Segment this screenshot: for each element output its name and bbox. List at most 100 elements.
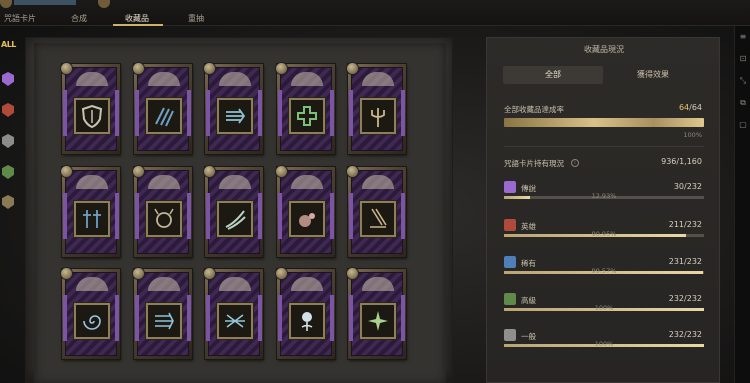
- menu-icon[interactable]: ≡: [738, 32, 748, 42]
- collection-card[interactable]: [132, 62, 192, 154]
- card-gem-icon: [132, 267, 145, 280]
- collection-card[interactable]: [132, 267, 192, 359]
- card-arch: [219, 277, 251, 291]
- collection-card[interactable]: [346, 165, 406, 257]
- card-gem-icon: [346, 165, 359, 178]
- card-art-frame: [360, 303, 396, 339]
- card-art-frame: [74, 201, 110, 237]
- card-face: [135, 67, 191, 151]
- twin-sword-icon: [78, 205, 106, 233]
- arrows-right-icon: [221, 102, 249, 130]
- collection-card[interactable]: [203, 62, 263, 154]
- right-side-strip: ≡ ⊡ ⤡ ⧉ ▢: [734, 26, 750, 383]
- crop-icon[interactable]: ⊡: [738, 54, 748, 64]
- card-art-frame: [360, 201, 396, 237]
- card-ribbon: [115, 90, 119, 136]
- heroic-rarity-icon[interactable]: [2, 103, 14, 117]
- filter-all[interactable]: ALL: [1, 40, 16, 49]
- panel-divider: [504, 146, 704, 147]
- card-ribbon: [187, 295, 191, 341]
- trident-icon: [364, 102, 392, 130]
- card-ribbon: [258, 295, 262, 341]
- rarity-total: /232: [684, 294, 702, 303]
- collection-card[interactable]: [203, 267, 263, 359]
- tab-collection[interactable]: 收藏品: [125, 13, 149, 24]
- common-rarity-icon[interactable]: [2, 195, 14, 209]
- resize-icon[interactable]: ⤡: [738, 76, 748, 86]
- card-ribbon: [401, 193, 405, 239]
- card-arch: [76, 277, 108, 291]
- card-face: [135, 272, 191, 356]
- rarity-count: 30: [673, 182, 685, 191]
- card-art-frame: [146, 201, 182, 237]
- card-arch: [291, 175, 323, 189]
- rare-rarity-icon[interactable]: [2, 134, 14, 148]
- collection-card[interactable]: [275, 62, 335, 154]
- card-arch: [76, 72, 108, 86]
- card-gem-icon: [275, 267, 288, 280]
- collection-card[interactable]: [346, 267, 406, 359]
- card-face: [349, 67, 405, 151]
- card-ribbon: [135, 295, 139, 341]
- collection-card[interactable]: [203, 165, 263, 257]
- card-face: [278, 272, 334, 356]
- wind-slash-icon: [221, 205, 249, 233]
- copy-icon[interactable]: ⧉: [738, 98, 748, 108]
- shield-icon: [78, 102, 106, 130]
- card-gem-icon: [60, 267, 73, 280]
- tab-acquired-effects[interactable]: 獲得效果: [603, 66, 703, 84]
- card-arch: [362, 277, 394, 291]
- collection-card[interactable]: [60, 165, 120, 257]
- card-art-frame: [217, 98, 253, 134]
- collection-card[interactable]: [275, 165, 335, 257]
- card-gem-icon: [346, 62, 359, 75]
- collection-status-panel: 收藏品現況 全部 獲得效果 全部收藏品達成率 64/64 100% 咒語卡片持有…: [486, 37, 720, 383]
- card-ribbon: [206, 90, 210, 136]
- dash-arrows-icon: [150, 307, 178, 335]
- card-face: [278, 170, 334, 254]
- ownership-label: 咒語卡片持有現況: [504, 159, 564, 168]
- card-gem-icon: [275, 62, 288, 75]
- window-icon[interactable]: ▢: [738, 120, 748, 130]
- advanced-rarity-icon[interactable]: [2, 165, 14, 179]
- completion-total: /64: [689, 103, 702, 112]
- card-face: [206, 170, 262, 254]
- tab-all[interactable]: 全部: [503, 66, 603, 84]
- card-ribbon: [330, 295, 334, 341]
- vortex-icon: [78, 307, 106, 335]
- card-ribbon: [63, 193, 67, 239]
- card-gem-icon: [132, 165, 145, 178]
- card-ribbon: [330, 90, 334, 136]
- card-art-frame: [74, 303, 110, 339]
- completion-label: 全部收藏品達成率: [504, 105, 564, 114]
- collection-card[interactable]: [60, 62, 120, 154]
- star-burst-icon: [364, 307, 392, 335]
- rarity-value: 231/232: [669, 257, 702, 266]
- card-ribbon: [135, 90, 139, 136]
- collection-card[interactable]: [132, 165, 192, 257]
- collection-card[interactable]: [275, 267, 335, 359]
- collection-card[interactable]: [60, 267, 120, 359]
- arrow-rain-icon: [364, 205, 392, 233]
- legendary-rarity-icon[interactable]: [2, 72, 14, 86]
- rarity-total: /232: [684, 182, 702, 191]
- info-icon[interactable]: i: [571, 159, 579, 167]
- tab-spell-cards[interactable]: 咒語卡片: [4, 13, 36, 24]
- active-tab-indicator: [113, 24, 163, 26]
- card-face: [63, 272, 119, 356]
- collection-card[interactable]: [346, 62, 406, 154]
- rarity-total: /232: [684, 257, 702, 266]
- card-art-frame: [289, 98, 325, 134]
- top-nav: 咒語卡片 合成 收藏品 重抽: [0, 0, 750, 26]
- card-gem-icon: [346, 267, 359, 280]
- tab-synthesis[interactable]: 合成: [71, 13, 87, 24]
- completion-percent: 100%: [683, 131, 702, 139]
- ownership-total: /1,160: [676, 157, 702, 166]
- rarity-percent: 90.95%: [591, 230, 617, 238]
- panel-title: 收藏品現況: [584, 45, 624, 54]
- tab-reroll[interactable]: 重抽: [188, 13, 204, 24]
- rarity-value: 211/232: [669, 220, 702, 229]
- card-ribbon: [349, 193, 353, 239]
- card-face: [63, 67, 119, 151]
- card-face: [63, 170, 119, 254]
